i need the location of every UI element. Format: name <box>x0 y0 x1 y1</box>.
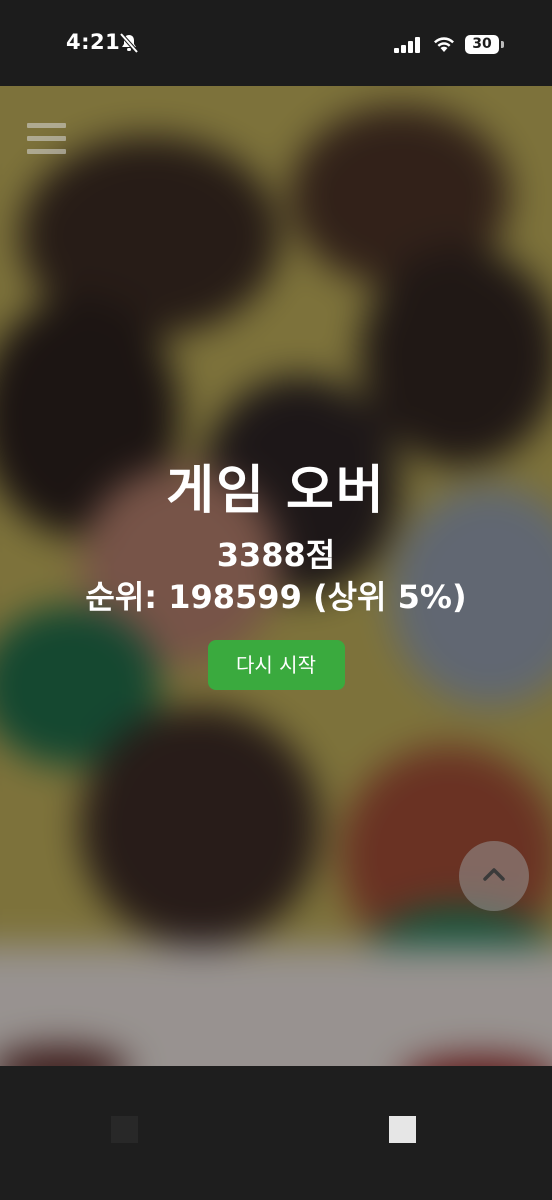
battery-nub <box>501 41 504 48</box>
game-over-title: 게임 오버 <box>166 461 386 521</box>
rank-text: 순위: 198599 (상위 5%) <box>85 578 467 616</box>
screen: 4:21 30 게임 오버 3388점 순위: 198599 (상위 5%) 다… <box>0 0 552 1200</box>
restart-button[interactable]: 다시 시작 <box>207 640 345 690</box>
battery-icon: 30 <box>465 35 499 54</box>
scroll-to-top-button[interactable] <box>459 841 529 911</box>
signal-icon <box>394 37 420 53</box>
back-button[interactable] <box>111 1116 138 1143</box>
chevron-up-icon <box>483 868 505 881</box>
game-area: 게임 오버 3388점 순위: 198599 (상위 5%) 다시 시작 <box>0 86 552 1066</box>
game-over-panel: 게임 오버 3388점 순위: 198599 (상위 5%) 다시 시작 <box>0 456 552 690</box>
browser-bottom-bar <box>0 1066 552 1200</box>
score-text: 3388점 <box>216 536 336 574</box>
wifi-icon <box>434 37 454 52</box>
status-bar: 4:21 30 <box>0 0 552 86</box>
hamburger-menu-icon[interactable] <box>27 123 66 155</box>
forward-button[interactable] <box>389 1116 416 1143</box>
mute-icon <box>119 32 139 54</box>
status-time: 4:21 <box>66 30 121 54</box>
